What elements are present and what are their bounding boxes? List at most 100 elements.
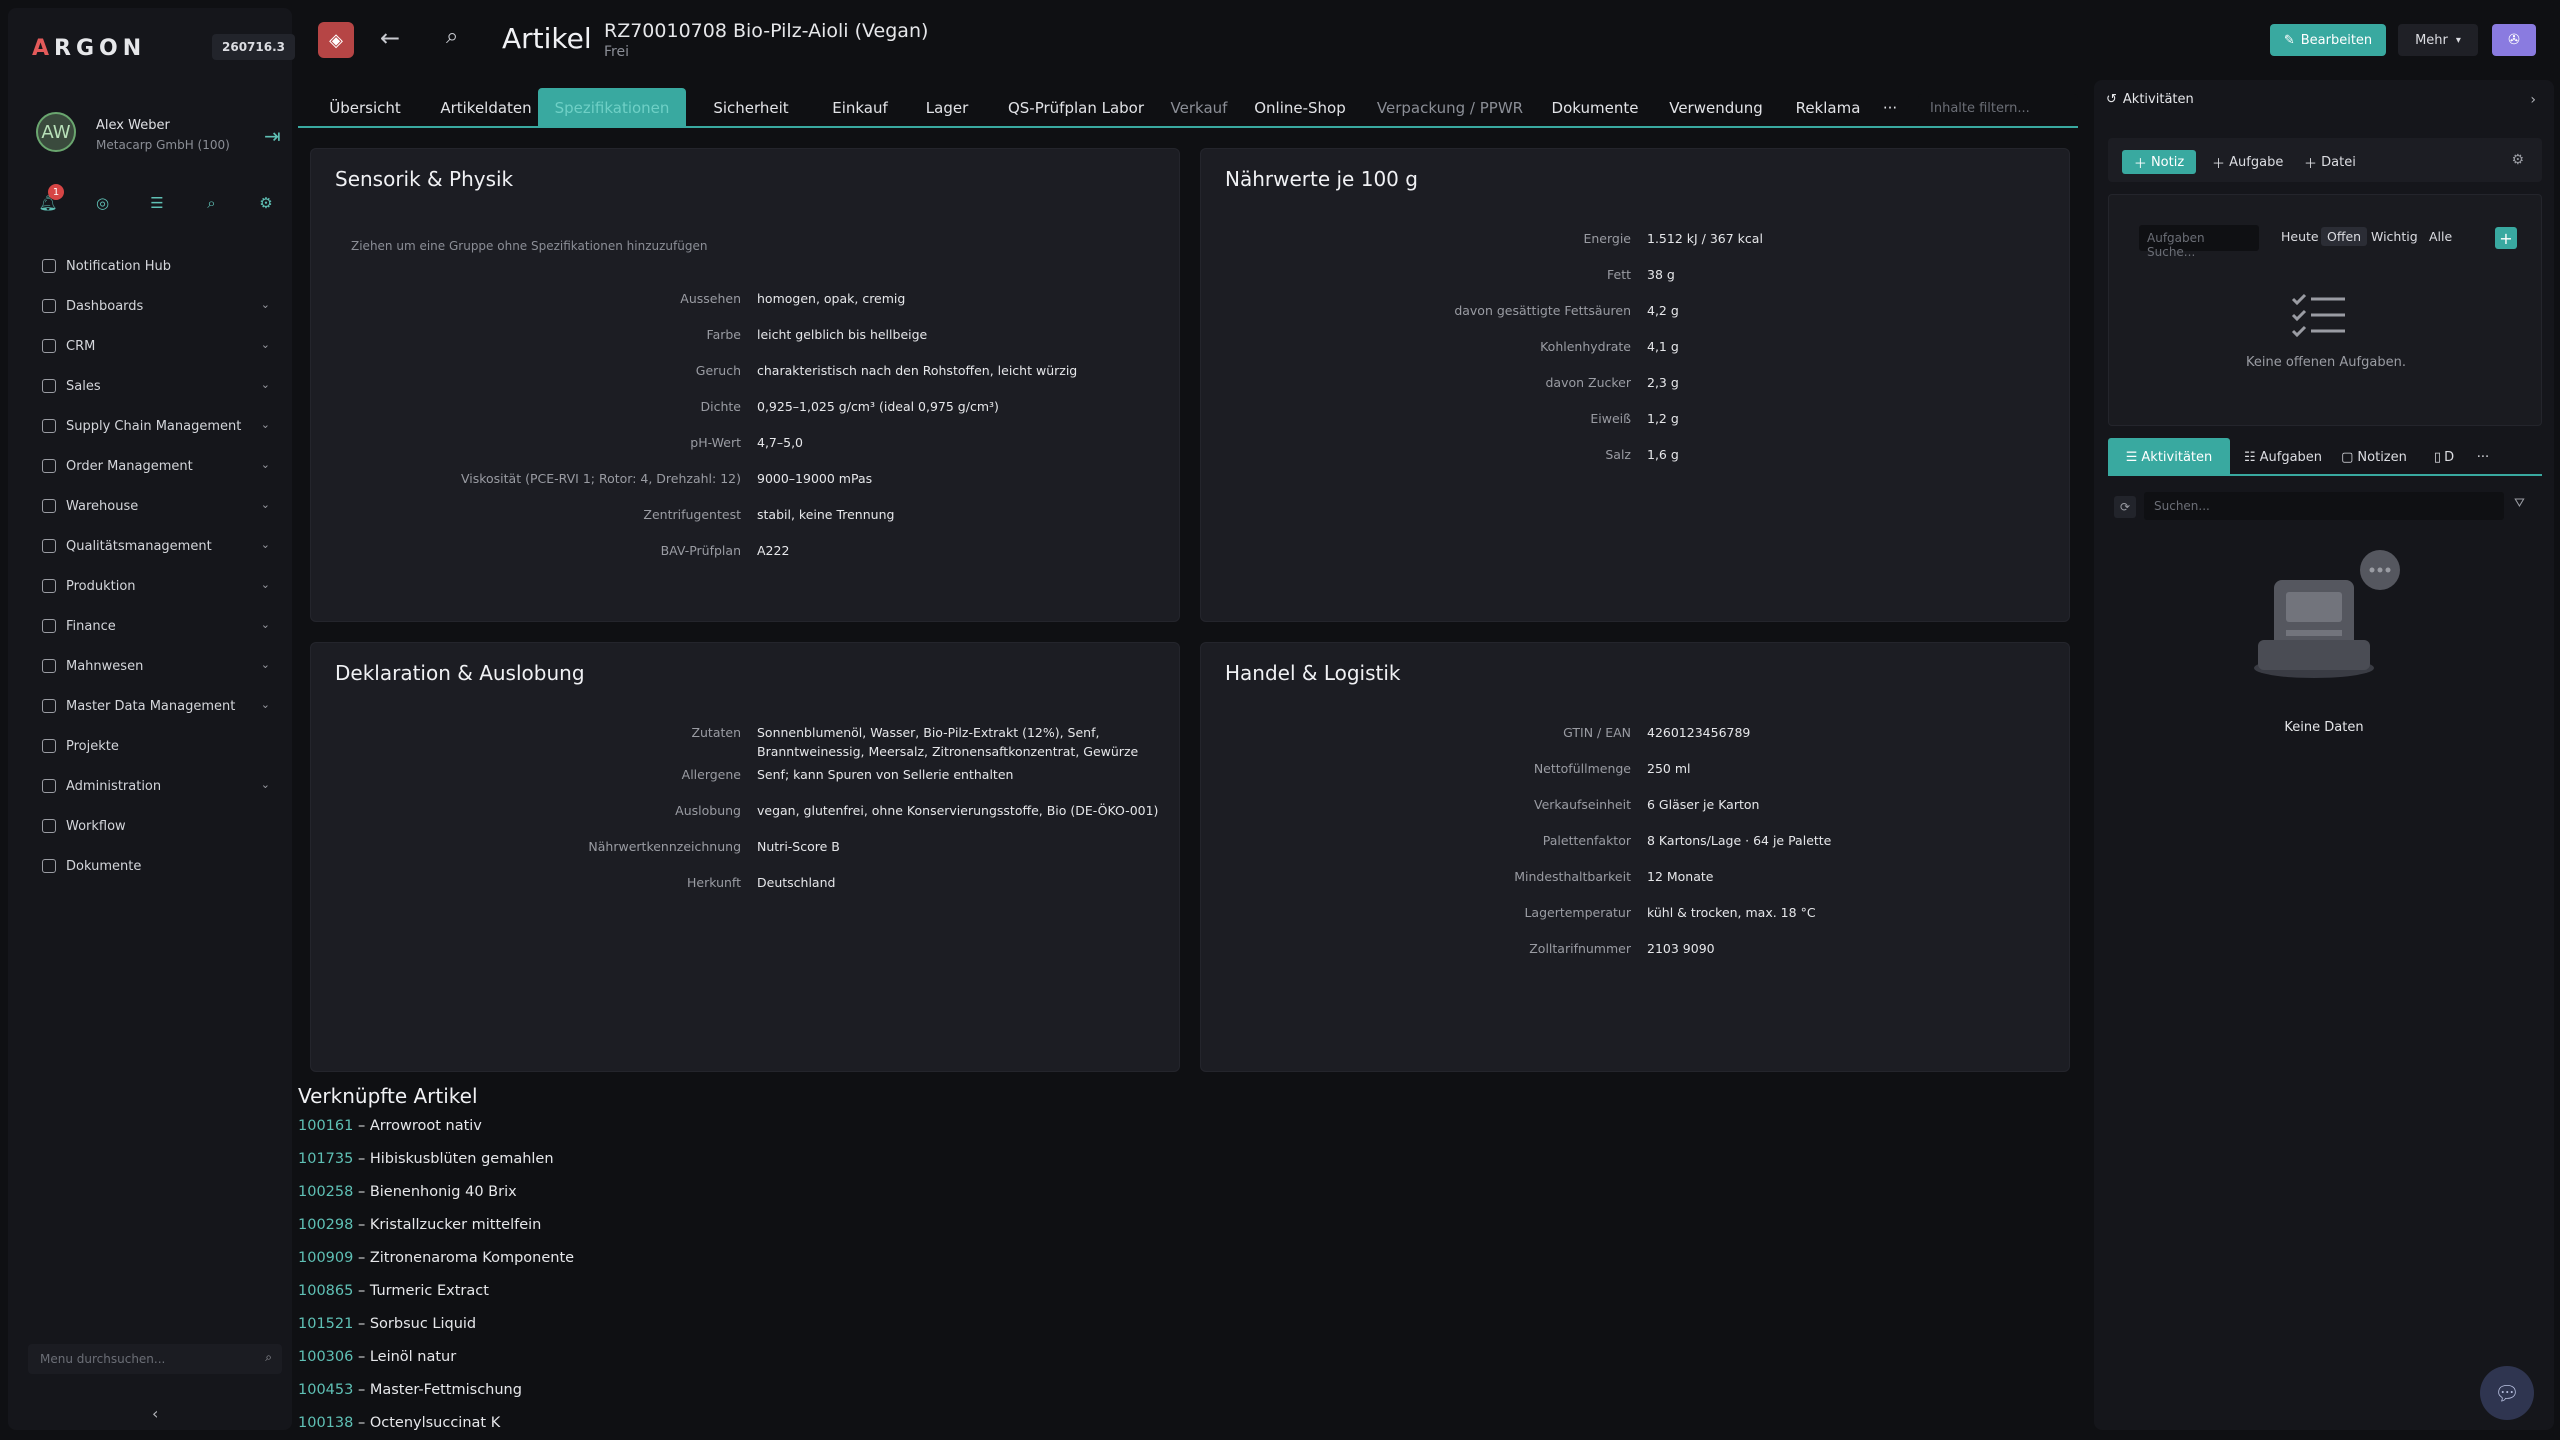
tab-item[interactable]: Online-Shop: [1242, 88, 1358, 128]
add-task-button[interactable]: ＋ Aufgabe: [2212, 150, 2283, 174]
article-number-link[interactable]: 100138: [298, 1415, 353, 1431]
spec-row: Herkunft Deutschland: [687, 875, 1157, 897]
nav-item[interactable]: Dokumente: [28, 846, 288, 886]
tab-item[interactable]: Sicherheit: [694, 88, 808, 128]
tab-notes[interactable]: ▢ Notizen: [2334, 438, 2414, 476]
linked-article-item[interactable]: 100865 – Turmeric Extract: [298, 1283, 489, 1299]
task-search-input[interactable]: Aufgaben Suche...: [2139, 225, 2259, 259]
linked-article-item[interactable]: 100909 – Zitronenaroma Komponente: [298, 1250, 574, 1266]
article-number-link[interactable]: 101735: [298, 1151, 353, 1167]
nav-item[interactable]: Warehouse ⌄: [28, 486, 288, 526]
empty-inbox-illustration: [2254, 550, 2400, 678]
nav-item[interactable]: Order Management ⌄: [28, 446, 288, 486]
add-note-button[interactable]: ＋ Notiz: [2122, 150, 2196, 174]
more-button[interactable]: Mehr ▾: [2398, 24, 2478, 56]
refresh-icon[interactable]: ⟳: [2114, 496, 2136, 518]
gear-icon[interactable]: ⚙: [2511, 152, 2524, 168]
nav-icon: [42, 699, 56, 713]
article-number-link[interactable]: 100161: [298, 1118, 353, 1134]
spec-value: 1,6 g: [1647, 447, 1679, 462]
linked-article-item[interactable]: 100138 – Octenylsuccinat K: [298, 1415, 500, 1431]
search-icon[interactable]: ⌕: [202, 194, 222, 220]
article-number-link[interactable]: 100306: [298, 1349, 353, 1365]
settings-icon[interactable]: ⚙: [256, 194, 276, 220]
nav-item[interactable]: Produktion ⌄: [28, 566, 288, 606]
nav-item[interactable]: Finance ⌄: [28, 606, 288, 646]
chevron-right-icon[interactable]: ›: [2530, 92, 2536, 108]
spec-value: 4,1 g: [1647, 339, 1679, 354]
list-icon[interactable]: ☰: [147, 194, 167, 220]
nav-item[interactable]: Supply Chain Management ⌄: [28, 406, 288, 446]
spec-value: kühl & trocken, max. 18 °C: [1647, 905, 1816, 920]
article-number-link[interactable]: 100258: [298, 1184, 353, 1200]
filter-important[interactable]: Wichtig: [2371, 229, 2418, 244]
logout-icon[interactable]: ⇥: [264, 124, 281, 148]
bell-icon[interactable]: 🔔︎ 1: [38, 184, 64, 220]
edit-button[interactable]: ✎ Bearbeiten: [2270, 24, 2386, 56]
article-name: – Arrowroot nativ: [353, 1118, 482, 1134]
favorites-icon[interactable]: ◎: [93, 194, 113, 220]
nav-item[interactable]: Workflow: [28, 806, 288, 846]
article-number-link[interactable]: 100865: [298, 1283, 353, 1299]
linked-article-item[interactable]: 100306 – Leinöl natur: [298, 1349, 456, 1365]
linked-article-item[interactable]: 101735 – Hibiskusblüten gemahlen: [298, 1151, 554, 1167]
spec-value: 12 Monate: [1647, 869, 1714, 884]
chat-icon[interactable]: 💬︎: [2480, 1366, 2534, 1420]
tab-tasks[interactable]: ☷ Aufgaben: [2238, 438, 2328, 476]
app-logo[interactable]: ARGON: [32, 36, 146, 61]
nav-item[interactable]: Master Data Management ⌄: [28, 686, 288, 726]
linked-article-item[interactable]: 100258 – Bienenhonig 40 Brix: [298, 1184, 517, 1200]
tab-item[interactable]: Verwendung: [1656, 88, 1776, 128]
tab-item[interactable]: Reklama: [1786, 88, 1870, 128]
spec-row: Viskosität (PCE-RVI 1; Rotor: 4, Drehzah…: [461, 471, 1157, 493]
article-number-link[interactable]: 101521: [298, 1316, 353, 1332]
nav-item[interactable]: Qualitätsmanagement ⌄: [28, 526, 288, 566]
tab-item[interactable]: Artikeldaten: [422, 88, 550, 128]
avatar: AW: [36, 112, 76, 152]
tab-activities[interactable]: ☰ Aktivitäten: [2108, 438, 2230, 476]
tab-item[interactable]: Verkauf: [1164, 88, 1234, 128]
linked-article-item[interactable]: 101521 – Sorbsuc Liquid: [298, 1316, 476, 1332]
tab-item[interactable]: Verpackung / PPWR: [1372, 88, 1528, 128]
nav-item[interactable]: Administration ⌄: [28, 766, 288, 806]
tab-filter-input[interactable]: Inhalte filtern...: [1918, 94, 2078, 124]
filter-open[interactable]: Offen: [2321, 227, 2368, 246]
history-icon: ↺: [2106, 92, 2117, 107]
article-number-link[interactable]: 100909: [298, 1250, 353, 1266]
spec-value: Nutri-Score B: [757, 839, 840, 854]
nav-item[interactable]: Notification Hub: [28, 246, 288, 286]
tab-item[interactable]: QS-Prüfplan Labor: [996, 88, 1156, 128]
spec-value: 6 Gläser je Karton: [1647, 797, 1760, 812]
nav-item[interactable]: CRM ⌄: [28, 326, 288, 366]
tab-item[interactable]: Einkauf: [816, 88, 904, 128]
collapse-sidebar-icon[interactable]: ‹: [152, 1404, 158, 1423]
tab-item[interactable]: Lager: [910, 88, 984, 128]
more-tabs-icon[interactable]: ···: [1878, 88, 1902, 128]
nav-item[interactable]: Dashboards ⌄: [28, 286, 288, 326]
user-card[interactable]: AW Alex Weber Metacarp GmbH (100) ⇥: [28, 108, 288, 168]
nav-item[interactable]: Projekte: [28, 726, 288, 766]
filter-today[interactable]: Heute: [2281, 229, 2319, 244]
nav-item[interactable]: Mahnwesen ⌄: [28, 646, 288, 686]
article-number-link[interactable]: 100453: [298, 1382, 353, 1398]
tab-item[interactable]: Dokumente: [1542, 88, 1648, 128]
linked-article-item[interactable]: 100453 – Master-Fettmischung: [298, 1382, 522, 1398]
article-number-link[interactable]: 100298: [298, 1217, 353, 1233]
add-task-icon[interactable]: +: [2495, 227, 2517, 249]
spec-value: Sonnenblumenöl, Wasser, Bio-Pilz-Extrakt…: [757, 725, 1100, 740]
filter-all[interactable]: Alle: [2429, 229, 2452, 244]
tab-documents[interactable]: ▯ D: [2424, 438, 2464, 476]
linked-article-item[interactable]: 100161 – Arrowroot nativ: [298, 1118, 482, 1134]
spec-value: 4,7–5,0: [757, 435, 804, 450]
linked-article-item[interactable]: 100298 – Kristallzucker mittelfein: [298, 1217, 541, 1233]
tool-button[interactable]: ✇: [2492, 24, 2536, 56]
nav-item[interactable]: Sales ⌄: [28, 366, 288, 406]
menu-search-input[interactable]: Menu durchsuchen... ⌕: [28, 1344, 282, 1374]
tab-item[interactable]: Spezifikationen: [538, 88, 686, 128]
add-file-button[interactable]: ＋ Datei: [2304, 150, 2356, 174]
activity-search-input[interactable]: Suchen...: [2144, 492, 2504, 520]
card-deklaration: Deklaration & Auslobung Zutaten Sonnenblu…: [310, 642, 1180, 1072]
filter-icon[interactable]: ⛛: [2514, 496, 2525, 511]
more-tabs-icon[interactable]: ···: [2468, 438, 2498, 476]
tab-item[interactable]: Übersicht: [312, 88, 418, 128]
